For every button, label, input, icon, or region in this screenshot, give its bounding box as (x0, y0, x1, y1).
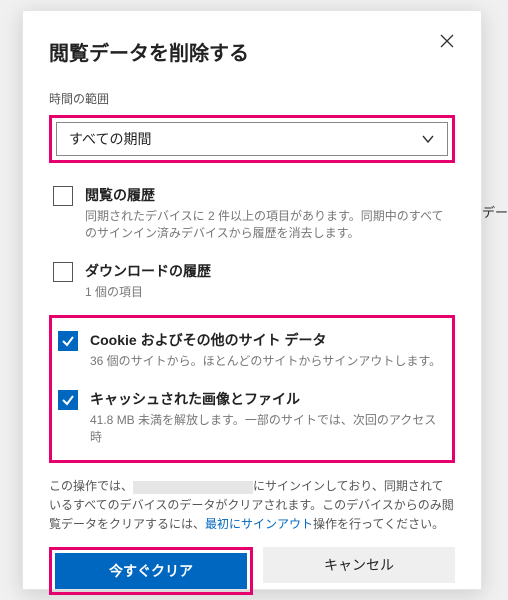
highlight-time-range: すべての期間 (49, 115, 455, 163)
item-cached-images[interactable]: キャッシュされた画像とファイル 41.8 MB 未満を解放します。一部のサイトで… (54, 381, 450, 457)
close-button[interactable] (431, 25, 463, 57)
item-download-history[interactable]: ダウンロードの履歴 1 個の項目 (49, 253, 455, 311)
time-range-label: 時間の範囲 (49, 90, 455, 107)
footer-note: この操作では、にサインインしており、同期されているすべてのデバイスのデータがクリ… (49, 477, 455, 533)
item-cookies[interactable]: Cookie およびその他のサイト データ 36 個のサイトから。ほとんどのサイ… (54, 322, 450, 380)
item-title: 閲覧の履歴 (85, 185, 451, 205)
checkbox-download-history[interactable] (53, 262, 73, 282)
highlight-clear-button: 今すぐクリア (49, 547, 253, 595)
highlight-selected-items: Cookie およびその他のサイト データ 36 個のサイトから。ほとんどのサイ… (49, 315, 455, 463)
cancel-button[interactable]: キャンセル (263, 547, 455, 583)
item-title: Cookie およびその他のサイト データ (90, 330, 446, 350)
clear-now-button[interactable]: 今すぐクリア (55, 553, 247, 589)
clear-browsing-data-dialog: 閲覧データを削除する 時間の範囲 すべての期間 閲覧の履歴 同期されたデバイスに… (22, 10, 482, 590)
item-title: ダウンロードの履歴 (85, 261, 451, 281)
footer-text-3: 操作を行ってください。 (313, 517, 444, 531)
data-type-list: 閲覧の履歴 同期されたデバイスに 2 件以上の項目があります。同期中のすべてのサ… (49, 177, 455, 463)
item-browsing-history[interactable]: 閲覧の履歴 同期されたデバイスに 2 件以上の項目があります。同期中のすべてのサ… (49, 177, 455, 253)
dialog-buttons: 今すぐクリア キャンセル (49, 547, 455, 595)
time-range-value: すべての期間 (69, 129, 151, 149)
time-range-select[interactable]: すべての期間 (56, 122, 448, 156)
item-desc: 41.8 MB 未満を解放します。一部のサイトでは、次回のアクセス時 (90, 412, 446, 447)
background-text: デー (482, 202, 508, 221)
checkbox-cached-images[interactable] (58, 390, 78, 410)
item-desc: 36 個のサイトから。ほとんどのサイトからサインアウトします。 (90, 353, 446, 370)
redacted-account (133, 481, 253, 494)
chevron-down-icon (421, 132, 435, 146)
footer-text-1: この操作では、 (49, 479, 133, 493)
item-title: キャッシュされた画像とファイル (90, 389, 446, 409)
item-desc: 1 個の項目 (85, 284, 451, 301)
item-desc: 同期されたデバイスに 2 件以上の項目があります。同期中のすべてのサインイン済み… (85, 208, 451, 243)
sign-out-first-link[interactable]: 最初にサインアウト (205, 517, 313, 531)
close-icon (439, 33, 455, 49)
dialog-title: 閲覧データを削除する (49, 37, 455, 66)
checkbox-browsing-history[interactable] (53, 186, 73, 206)
checkbox-cookies[interactable] (58, 331, 78, 351)
